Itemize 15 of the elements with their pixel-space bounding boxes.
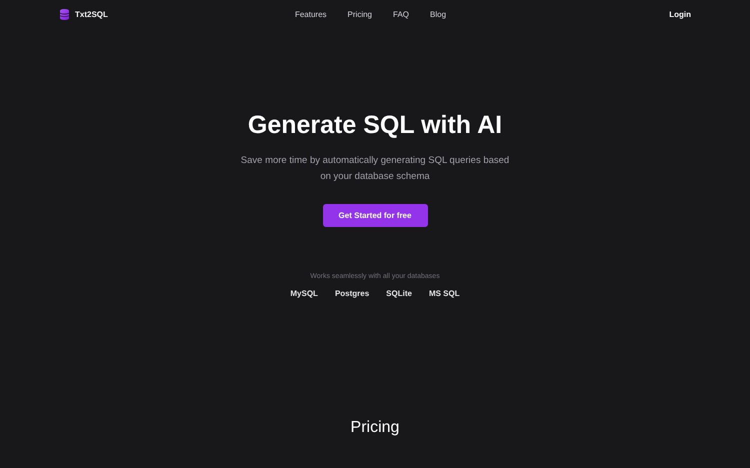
- nav-link[interactable]: Blog: [430, 10, 446, 18]
- database-name: MySQL: [290, 289, 318, 298]
- database-name: MS SQL: [428, 289, 460, 298]
- brand-name[interactable]: Txt2SQL: [75, 10, 108, 18]
- database-icon: [60, 8, 69, 20]
- hero-title: Generate SQL with AI: [248, 110, 502, 140]
- database-name: Postgres: [334, 289, 370, 298]
- nav-link[interactable]: Features: [294, 10, 327, 18]
- pricing-heading: Pricing: [350, 419, 400, 437]
- nav-link[interactable]: Pricing: [348, 10, 372, 18]
- hero-subtitle: Save more time by automatically generating SQL queries based on your database schema: [240, 154, 510, 184]
- nav-link[interactable]: FAQ: [393, 10, 410, 18]
- get-started-button[interactable]: Get Started for free: [322, 204, 428, 227]
- login-link[interactable]: Login: [451, 10, 691, 18]
- database-name: SQLite: [386, 289, 412, 298]
